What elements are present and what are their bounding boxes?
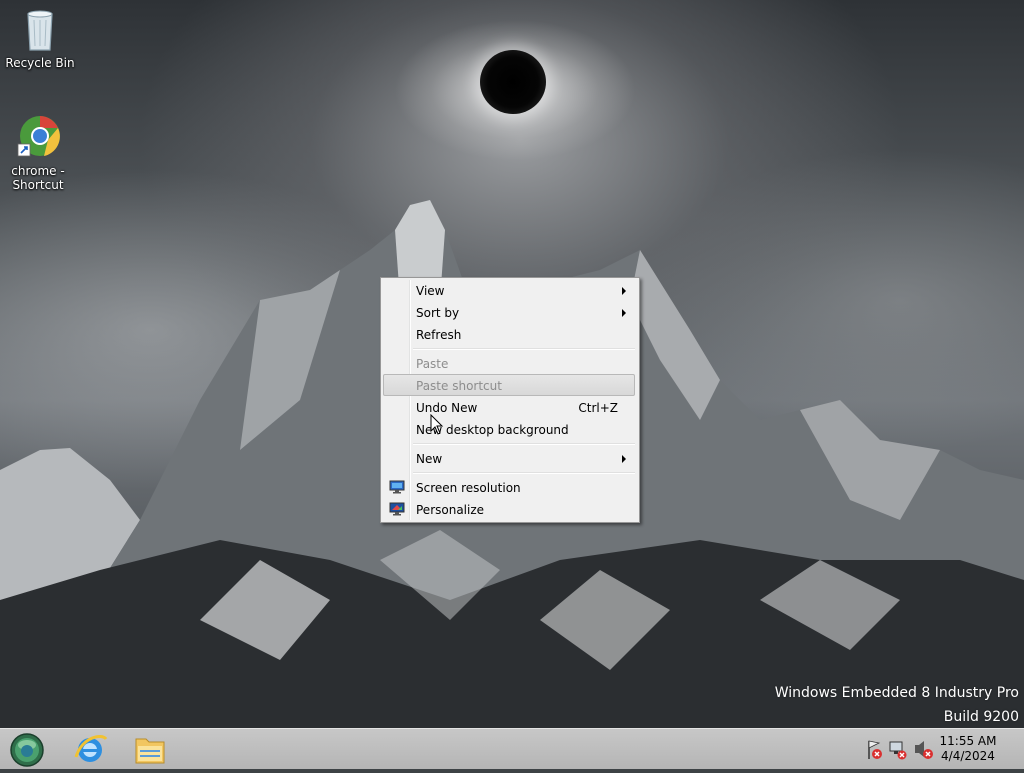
taskbar-file-explorer[interactable] [122, 731, 178, 767]
personalize-icon [389, 502, 405, 516]
windows-build-watermark: Build 9200 [943, 709, 1019, 725]
menu-item-sort-by[interactable]: Sort by [383, 301, 635, 323]
menu-item-view[interactable]: View [383, 279, 635, 301]
chrome-shortcut-label-line2: Shortcut [12, 178, 64, 192]
menu-item-label: Screen resolution [416, 481, 521, 495]
clock-time: 11:55 AM [939, 734, 997, 748]
taskbar-internet-explorer[interactable] [62, 731, 118, 767]
start-button[interactable] [0, 731, 56, 767]
chrome-icon [14, 114, 62, 162]
menu-item-new[interactable]: New [383, 447, 635, 469]
menu-item-label: Sort by [416, 306, 460, 320]
recycle-bin-icon [16, 6, 64, 54]
menu-item-label: New [416, 452, 443, 466]
menu-item-undo-new[interactable]: Undo New Ctrl+Z [383, 396, 635, 418]
tray-volume[interactable] [912, 729, 934, 769]
menu-item-label: Refresh [416, 328, 462, 342]
taskbar: 11:55 AM 4/4/2024 [0, 728, 1024, 769]
menu-separator [413, 472, 635, 474]
taskbar-clock[interactable]: 11:55 AM 4/4/2024 [938, 734, 998, 764]
desktop-context-menu: View Sort by Refresh Paste Paste shortcu… [380, 277, 640, 523]
display-icon [389, 480, 405, 494]
desktop-icon-chrome-shortcut[interactable]: chrome - Shortcut [0, 114, 76, 192]
tray-action-center[interactable] [864, 729, 884, 769]
clock-date: 4/4/2024 [941, 749, 995, 763]
desktop-icon-recycle-bin[interactable]: Recycle Bin [2, 6, 78, 70]
menu-item-paste[interactable]: Paste [383, 352, 635, 374]
submenu-arrow-icon [622, 287, 626, 295]
menu-item-personalize[interactable]: Personalize [383, 498, 635, 520]
network-icon [889, 741, 907, 760]
menu-item-next-desktop-background[interactable]: New desktop background [383, 418, 635, 440]
volume-muted-icon [915, 741, 933, 759]
action-center-flag-icon [868, 740, 882, 759]
tray-network[interactable] [888, 729, 908, 769]
submenu-arrow-icon [622, 309, 626, 317]
internet-explorer-icon [74, 734, 108, 762]
menu-item-label: View [416, 284, 445, 298]
submenu-arrow-icon [622, 455, 626, 463]
menu-item-shortcut: Ctrl+Z [578, 401, 618, 415]
menu-item-label: Undo New [416, 401, 478, 415]
menu-item-label: Personalize [416, 503, 485, 517]
menu-item-paste-shortcut[interactable]: Paste shortcut [383, 374, 635, 396]
menu-item-label: Paste shortcut [416, 379, 502, 393]
menu-item-screen-resolution[interactable]: Screen resolution [383, 476, 635, 498]
mouse-pointer-icon [430, 414, 444, 435]
menu-item-refresh[interactable]: Refresh [383, 323, 635, 345]
windows-edition-watermark: Windows Embedded 8 Industry Pro [774, 685, 1019, 701]
menu-separator [413, 443, 635, 445]
start-orb-icon [10, 733, 44, 767]
chrome-shortcut-label-line1: chrome - [11, 164, 65, 178]
menu-item-label: Paste [416, 357, 449, 371]
menu-separator [413, 348, 635, 350]
folder-icon [135, 738, 165, 764]
recycle-bin-label: Recycle Bin [5, 56, 75, 70]
